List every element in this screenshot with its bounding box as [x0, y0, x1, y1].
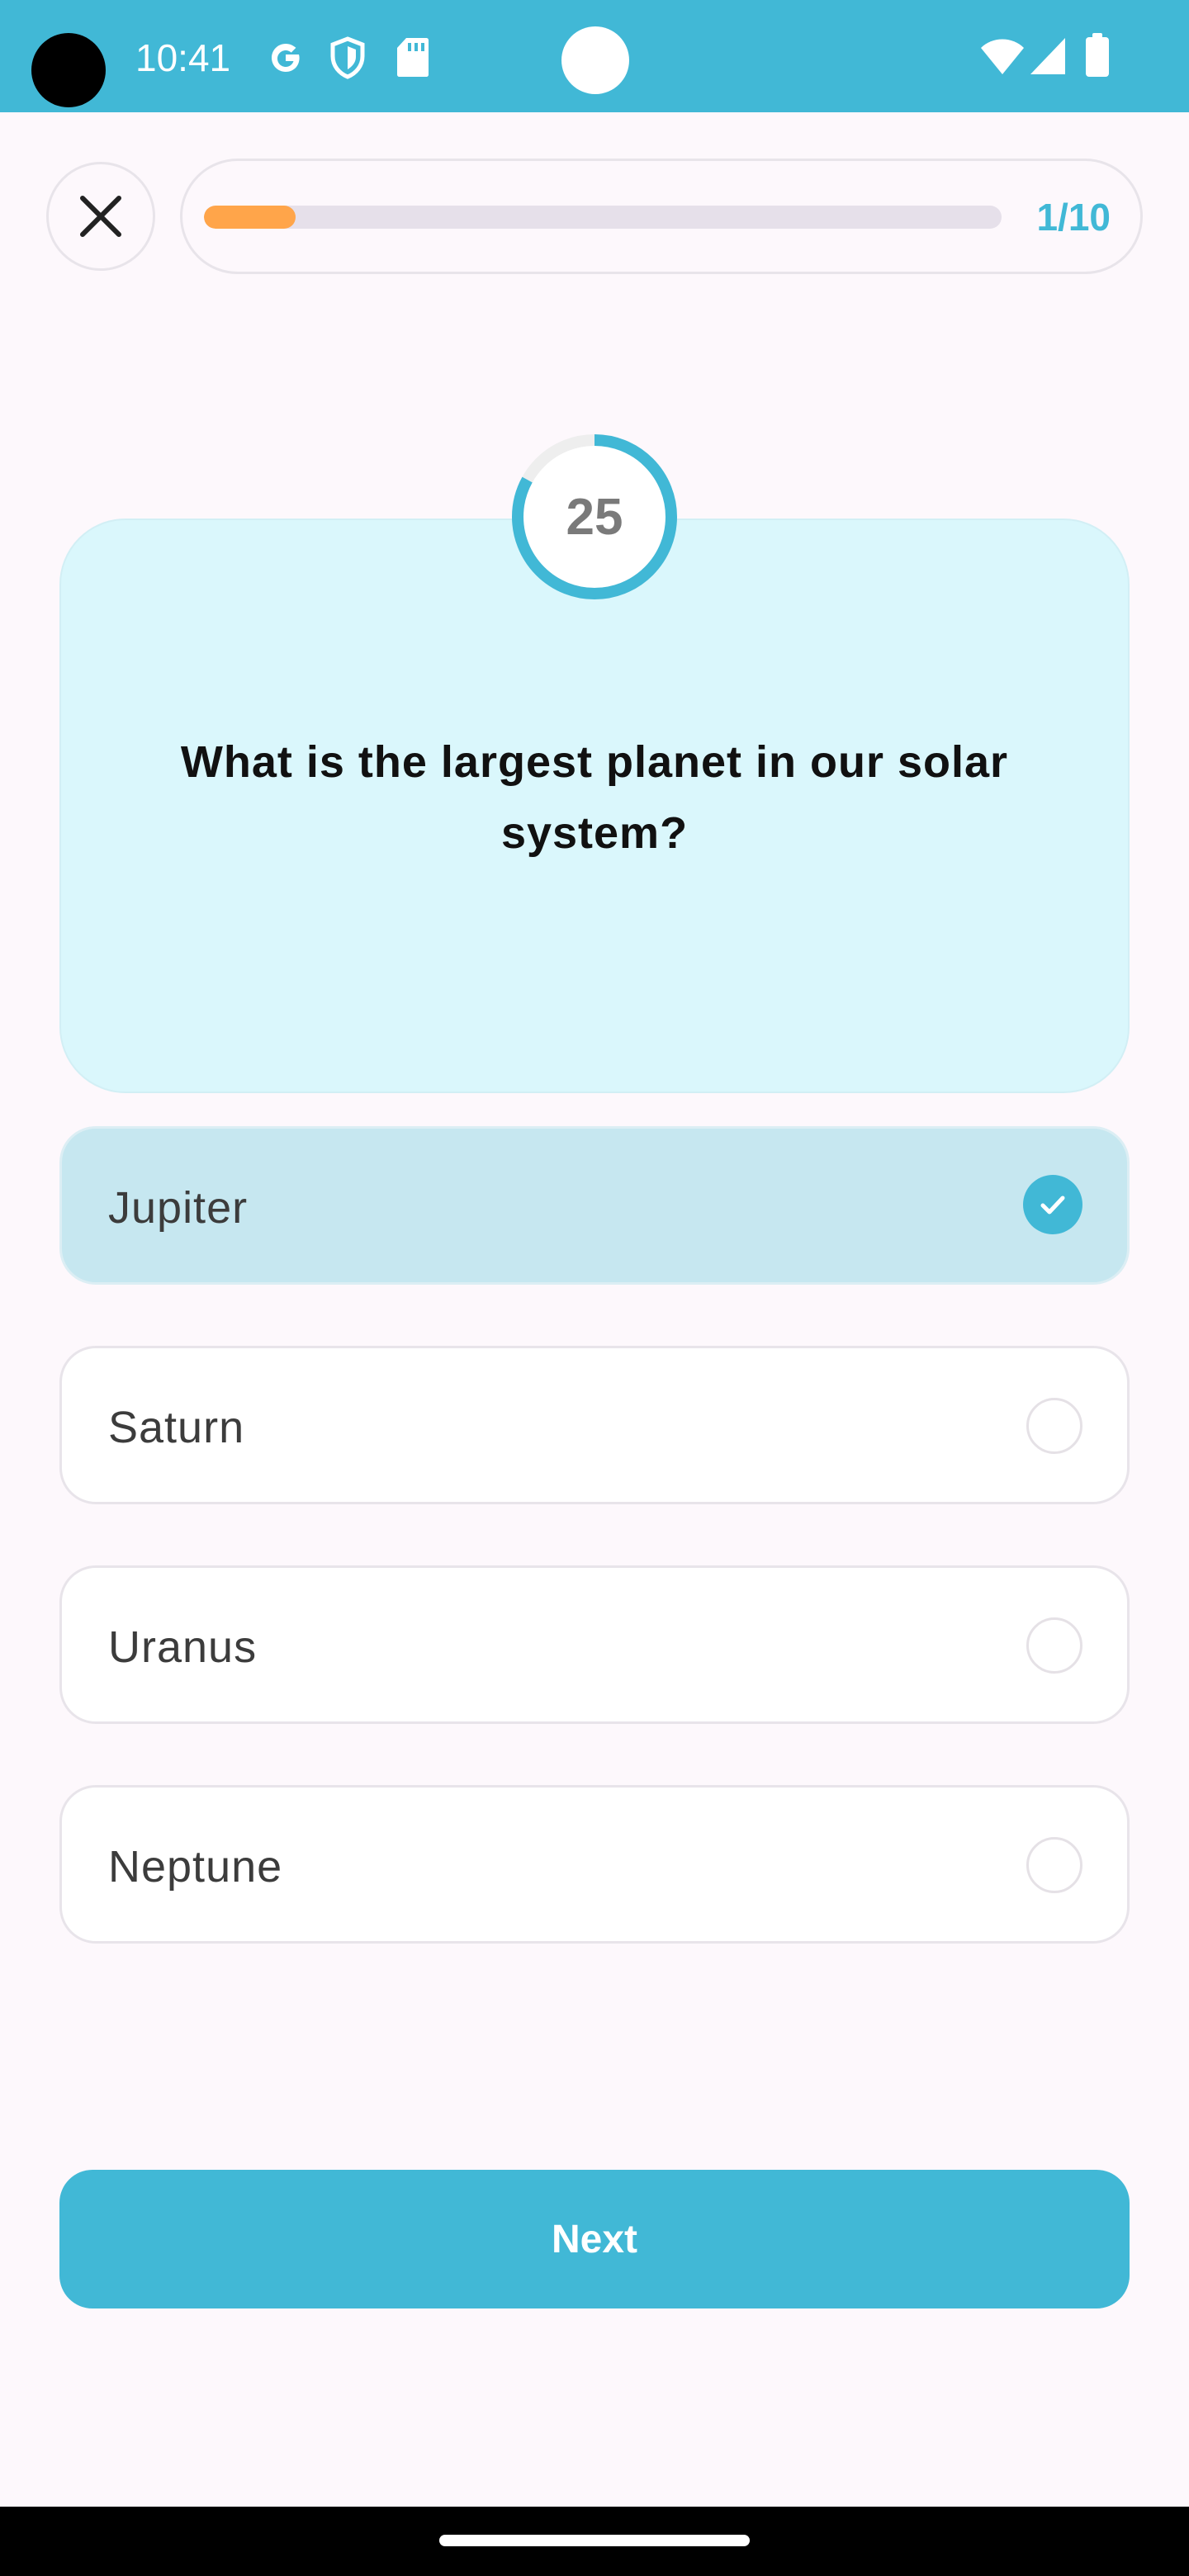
- progress-fill: [204, 206, 296, 229]
- status-time: 10:41: [135, 36, 231, 79]
- answer-option-jupiter[interactable]: Jupiter: [59, 1126, 1130, 1285]
- progress-track: [204, 206, 1002, 229]
- answer-option-neptune[interactable]: Neptune: [59, 1785, 1130, 1944]
- front-camera-dot: [561, 26, 629, 94]
- status-bar: 10:41: [0, 0, 1189, 112]
- radio-circle-icon: [1026, 1837, 1082, 1893]
- answer-option-saturn[interactable]: Saturn: [59, 1346, 1130, 1504]
- shield-icon: [330, 36, 365, 79]
- camera-cutout: [31, 33, 106, 107]
- close-icon: [80, 196, 121, 237]
- question-counter: 1/10: [1036, 196, 1111, 239]
- google-icon: [272, 44, 300, 72]
- next-button[interactable]: Next: [59, 2170, 1130, 2308]
- timer-value: 25: [566, 488, 623, 546]
- radio-circle-icon: [1026, 1617, 1082, 1674]
- battery-icon: [1086, 33, 1109, 77]
- answer-option-uranus[interactable]: Uranus: [59, 1565, 1130, 1724]
- close-button[interactable]: [46, 162, 155, 271]
- checkmark-icon: [1023, 1175, 1082, 1234]
- option-label: Jupiter: [108, 1183, 249, 1233]
- question-text: What is the largest planet in our solar …: [180, 737, 1009, 858]
- radio-circle-icon: [1026, 1398, 1082, 1454]
- navigation-bar: [0, 2507, 1189, 2576]
- sd-card-icon: [397, 38, 429, 77]
- option-label: Neptune: [108, 1842, 283, 1892]
- option-label: Saturn: [108, 1403, 245, 1452]
- signal-icon: [1030, 38, 1065, 74]
- wifi-icon: [981, 39, 1024, 74]
- option-label: Uranus: [108, 1622, 258, 1672]
- countdown-timer: 25: [512, 434, 677, 599]
- home-indicator[interactable]: [439, 2535, 750, 2546]
- progress-indicator: 1/10: [180, 159, 1143, 274]
